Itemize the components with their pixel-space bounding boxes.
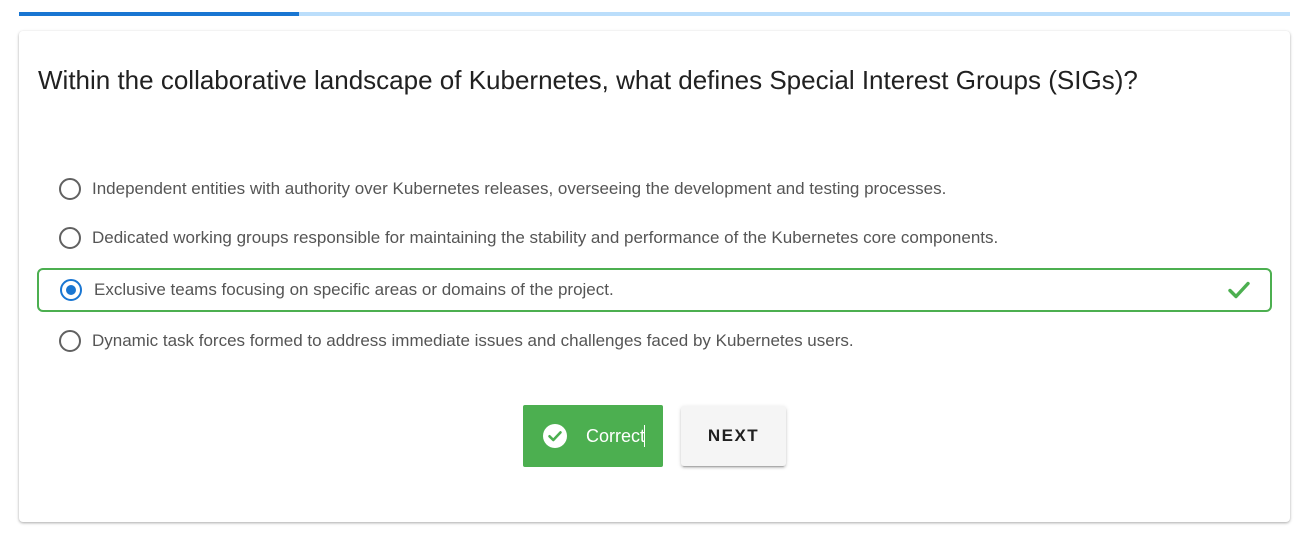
- radio-checked-icon[interactable]: [60, 279, 82, 301]
- correct-button-label: Correct: [586, 425, 646, 446]
- check-circle-icon: [543, 424, 567, 448]
- answer-option-label: Dynamic task forces formed to address im…: [92, 331, 854, 350]
- radio-unchecked-icon[interactable]: [59, 227, 81, 249]
- answer-option-1[interactable]: Independent entities with authority over…: [37, 167, 1272, 211]
- quiz-progress-bar: [19, 12, 1290, 16]
- answer-option-4[interactable]: Dynamic task forces formed to address im…: [37, 319, 1272, 363]
- answer-option-label: Independent entities with authority over…: [92, 179, 947, 198]
- quiz-progress-fill: [19, 12, 299, 16]
- next-button[interactable]: NEXT: [681, 406, 786, 466]
- checkmark-icon: [1228, 281, 1250, 299]
- radio-unchecked-icon[interactable]: [59, 178, 81, 200]
- text-cursor: [644, 425, 645, 447]
- answer-option-label: Dedicated working groups responsible for…: [92, 228, 999, 247]
- answer-option-2[interactable]: Dedicated working groups responsible for…: [37, 216, 1272, 260]
- answer-option-3-selected-correct[interactable]: Exclusive teams focusing on specific are…: [37, 268, 1272, 312]
- correct-result-button[interactable]: Correct: [523, 405, 663, 467]
- question-text: Within the collaborative landscape of Ku…: [38, 65, 1138, 95]
- question-card: Within the collaborative landscape of Ku…: [19, 31, 1290, 522]
- answer-option-label: Exclusive teams focusing on specific are…: [94, 280, 614, 299]
- radio-unchecked-icon[interactable]: [59, 330, 81, 352]
